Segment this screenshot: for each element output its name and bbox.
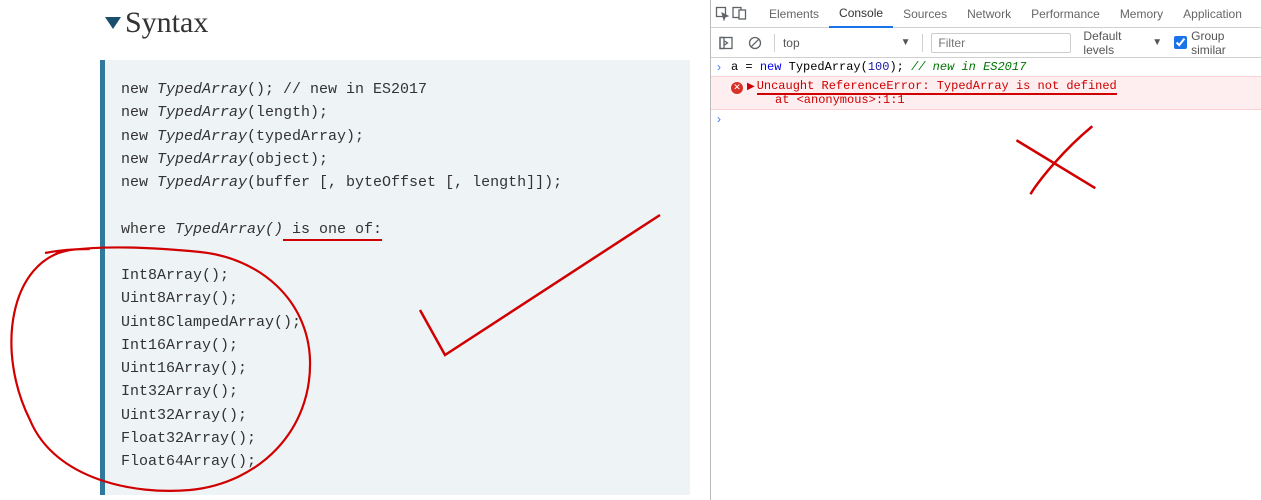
syntax-code-block: new TypedArray(); // new in ES2017 new T… (100, 60, 690, 495)
devtools-tab-elements[interactable]: Elements (759, 0, 829, 28)
doc-pane: Syntax new TypedArray(); // new in ES201… (0, 0, 710, 500)
devtools-tab-sources[interactable]: Sources (893, 0, 957, 28)
devtools-pane: ElementsConsoleSourcesNetworkPerformance… (710, 0, 1261, 500)
console-sidebar-toggle-icon[interactable] (715, 31, 738, 55)
context-selector[interactable]: top ▼ (783, 36, 915, 50)
where-line: where TypedArray() is one of: (121, 221, 382, 241)
log-levels-label: Default levels (1083, 29, 1150, 57)
filter-input[interactable] (931, 33, 1071, 53)
devtools-tab-memory[interactable]: Memory (1110, 0, 1173, 28)
devtools-toolbar: ElementsConsoleSourcesNetworkPerformance… (711, 0, 1261, 28)
syntax-heading-text: Syntax (125, 6, 208, 40)
expand-triangle-icon[interactable]: ▶ (747, 82, 755, 93)
error-icon: ✕ (731, 82, 743, 94)
chevron-down-icon: ▼ (901, 37, 911, 48)
device-toggle-icon[interactable] (732, 1, 747, 27)
input-content: a = new TypedArray(100); // new in ES201… (731, 60, 1255, 74)
devtools-tab-network[interactable]: Network (957, 0, 1021, 28)
collapse-triangle-icon[interactable] (105, 17, 121, 29)
clear-console-icon[interactable] (744, 31, 767, 55)
devtools-tab-application[interactable]: Application (1173, 0, 1252, 28)
app-root: Syntax new TypedArray(); // new in ES201… (0, 0, 1261, 500)
group-similar-toggle[interactable]: Group similar (1174, 29, 1257, 57)
devtools-more-icon[interactable]: » (1254, 7, 1261, 21)
log-levels-selector[interactable]: Default levels ▼ (1083, 29, 1162, 57)
group-similar-checkbox[interactable] (1174, 36, 1187, 49)
prompt-icon: › (717, 112, 731, 126)
devtools-tab-console[interactable]: Console (829, 0, 893, 28)
console-body[interactable]: › a = new TypedArray(100); // new in ES2… (711, 58, 1261, 500)
chevron-down-icon: ▼ (1152, 37, 1162, 48)
console-subbar: top ▼ Default levels ▼ Group similar (711, 28, 1261, 58)
console-input-echo: › a = new TypedArray(100); // new in ES2… (711, 58, 1261, 76)
syntax-heading[interactable]: Syntax (0, 0, 710, 46)
prompt-icon: › (717, 60, 731, 74)
group-similar-label: Group similar (1191, 29, 1257, 57)
console-error[interactable]: ✕▶Uncaught ReferenceError: TypedArray is… (711, 76, 1261, 110)
console-prompt[interactable]: › (711, 110, 1261, 128)
context-label: top (783, 36, 800, 50)
devtools-tabs: ElementsConsoleSourcesNetworkPerformance… (759, 0, 1252, 28)
error-stack: at <anonymous>:1:1 (731, 93, 1255, 107)
devtools-tab-performance[interactable]: Performance (1021, 0, 1110, 28)
inspect-icon[interactable] (715, 1, 730, 27)
